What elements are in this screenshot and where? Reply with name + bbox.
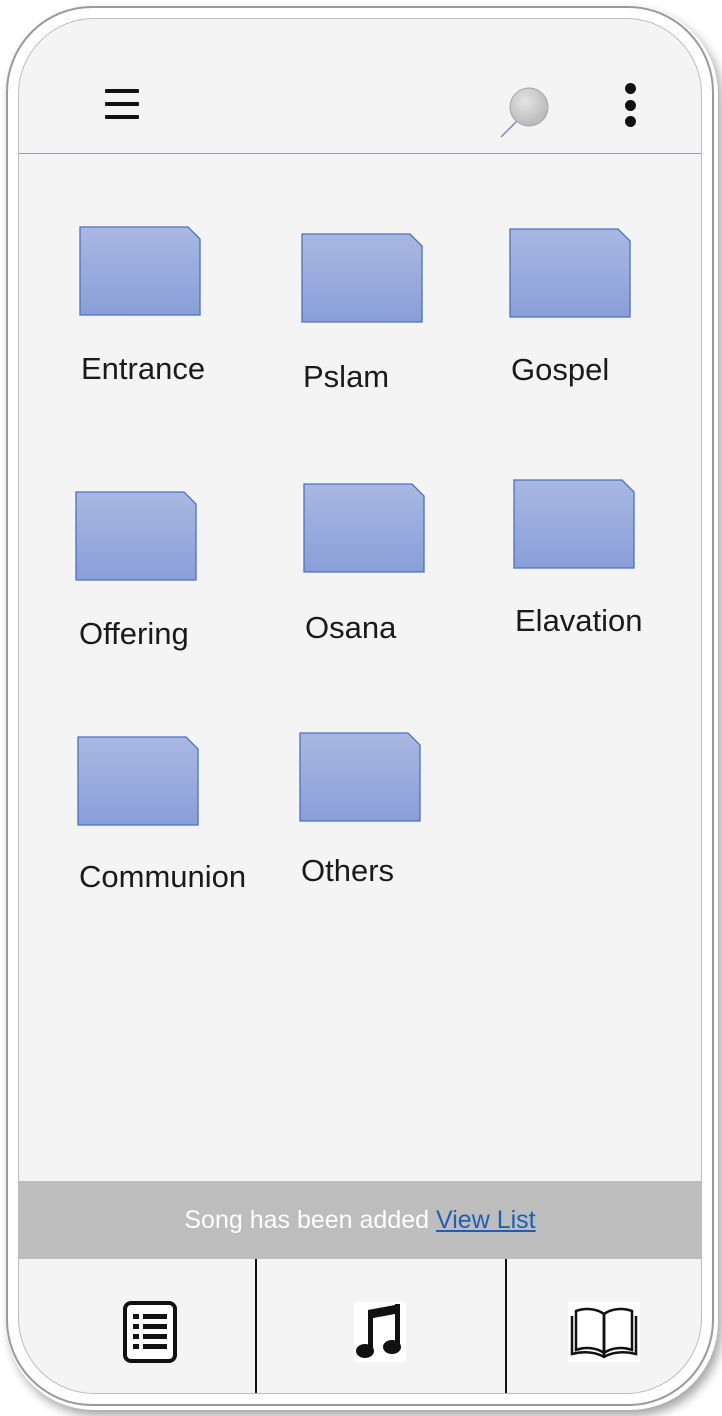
nav-music-button[interactable] <box>325 1277 435 1387</box>
nav-book-button[interactable] <box>549 1277 659 1387</box>
hamburger-menu-icon[interactable] <box>105 87 139 121</box>
open-book-icon <box>568 1302 640 1362</box>
folder-label: Elavation <box>515 603 643 638</box>
folder-icon <box>75 491 197 581</box>
list-icon <box>123 1301 177 1363</box>
folder-icon <box>77 736 199 826</box>
snackbar: Song has been added View List <box>19 1181 701 1259</box>
view-list-link[interactable]: View List <box>436 1206 536 1235</box>
folder-communion[interactable] <box>77 736 199 826</box>
folder-icon <box>509 228 631 318</box>
nav-divider <box>255 1259 257 1393</box>
folder-label: Entrance <box>81 351 206 386</box>
folder-entrance[interactable] <box>79 226 201 316</box>
snackbar-message: Song has been added <box>184 1205 430 1234</box>
app-screen: Entrance Pslam Gospel Offering Osana Ela… <box>18 18 702 1394</box>
folder-others[interactable] <box>299 732 421 822</box>
folder-label: Offering <box>79 618 189 651</box>
folder-offering[interactable] <box>75 491 197 581</box>
folder-label: Communion <box>79 859 247 894</box>
folder-pslam[interactable] <box>301 233 423 323</box>
search-icon[interactable] <box>493 81 553 141</box>
folder-label: Osana <box>305 610 397 645</box>
bottom-navigation <box>19 1259 701 1393</box>
folder-icon <box>79 226 201 316</box>
folder-osana[interactable] <box>303 483 425 573</box>
folder-icon <box>303 483 425 573</box>
folder-gospel[interactable] <box>509 228 631 318</box>
folder-icon <box>299 732 421 822</box>
nav-list-button[interactable] <box>95 1277 205 1387</box>
nav-divider <box>505 1259 507 1393</box>
music-note-icon <box>354 1302 406 1362</box>
folder-icon <box>513 479 635 569</box>
folder-label: Gospel <box>511 352 610 387</box>
top-app-bar <box>19 19 701 154</box>
more-vertical-icon[interactable] <box>617 83 643 127</box>
folder-icon <box>301 233 423 323</box>
folder-label: Pslam <box>303 359 390 394</box>
phone-frame: Entrance Pslam Gospel Offering Osana Ela… <box>6 6 714 1406</box>
folder-elavation[interactable] <box>513 479 635 569</box>
folder-label: Others <box>301 853 395 888</box>
